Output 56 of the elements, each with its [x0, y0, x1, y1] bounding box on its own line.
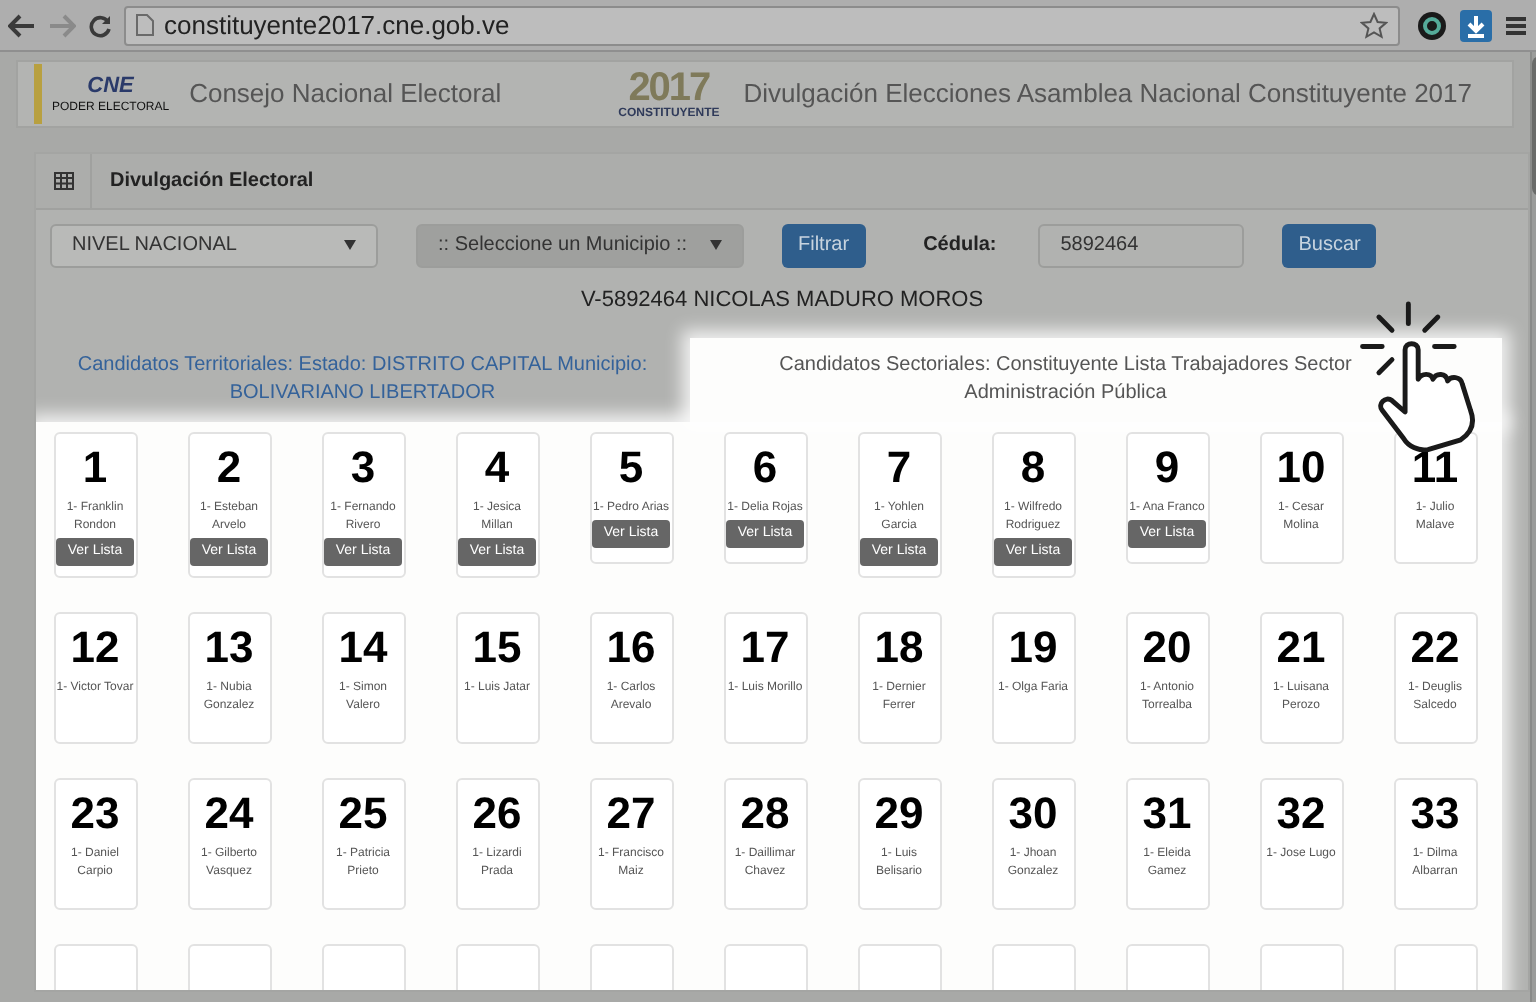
candidate-number: 20 [1142, 620, 1192, 676]
candidate-number: 4 [484, 440, 510, 496]
candidate-number: 23 [70, 786, 120, 842]
candidate-number: 11 [1411, 440, 1459, 496]
candidate-number: 14 [338, 620, 388, 676]
candidate-number: 18 [874, 620, 924, 676]
candidate-number: 22 [1410, 620, 1460, 676]
forward-icon[interactable] [48, 13, 76, 37]
cedula-field[interactable]: 5892464 [1038, 223, 1245, 267]
state-select[interactable]: NIVEL NACIONAL [50, 223, 378, 267]
candidate-number: 9 [1154, 440, 1180, 496]
candidates-tab[interactable]: Candidatos Sectoriales: Constituyente Lista Trabajadores Sector Administración Pública [689, 338, 1502, 422]
page-icon [136, 14, 154, 36]
filter-button[interactable]: Filtrar [782, 223, 866, 267]
dropdown-caret-icon [710, 240, 722, 250]
menu-icon[interactable] [1504, 13, 1528, 37]
candidate-number: 27 [606, 786, 656, 842]
candidate-number: 2 [216, 440, 242, 496]
candidate-number: 21 [1276, 620, 1326, 676]
candidate-number: 15 [472, 620, 522, 676]
candidate-number: 10 [1276, 440, 1326, 496]
dropdown-caret-icon [344, 240, 356, 250]
extension-icon[interactable] [1416, 9, 1448, 41]
candidate-number: 31 [1142, 786, 1192, 842]
candidate-number: 30 [1008, 786, 1058, 842]
candidate-number: 33 [1410, 786, 1460, 842]
candidate-number: 24 [204, 786, 254, 842]
candidate-number: 3 [350, 440, 376, 496]
candidate-number: 29 [874, 786, 924, 842]
cedula-label: Cédula: [923, 232, 997, 260]
candidate-number: 6 [752, 440, 778, 496]
address-bar[interactable]: constituyente2017.cne.gob.ve [124, 5, 1400, 45]
site-title: Divulgación Elecciones Asamblea Nacional Constituyente 2017 [743, 76, 1472, 113]
panel-title: Divulgación Electoral [110, 168, 314, 196]
candidate-number: 28 [740, 786, 790, 842]
back-icon[interactable] [8, 13, 36, 37]
search-button[interactable]: Buscar [1282, 223, 1377, 267]
download-icon[interactable] [1460, 9, 1492, 41]
candidate-number: 32 [1276, 786, 1326, 842]
candidate-number: 12 [70, 620, 120, 676]
candidate-number: 26 [472, 786, 522, 842]
candidate-number: 16 [606, 620, 656, 676]
candidate-number: 17 [740, 620, 790, 676]
organization-name: Consejo Nacional Electoral [189, 76, 502, 113]
candidate-number: 7 [886, 440, 912, 496]
table-icon [53, 172, 73, 190]
candidate-number: 19 [1008, 620, 1058, 676]
reload-icon[interactable] [88, 13, 112, 37]
star-icon[interactable] [1360, 11, 1388, 39]
candidate-number: 5 [618, 440, 644, 496]
candidate-number: 8 [1020, 440, 1046, 496]
candidate-number: 1 [82, 440, 108, 496]
candidate-number: 13 [204, 620, 254, 676]
candidate-number: 25 [338, 786, 388, 842]
voter-name: V-5892464 NICOLAS MADURO MOROS [580, 285, 984, 316]
url-text: constituyente2017.cne.gob.ve [164, 7, 512, 44]
